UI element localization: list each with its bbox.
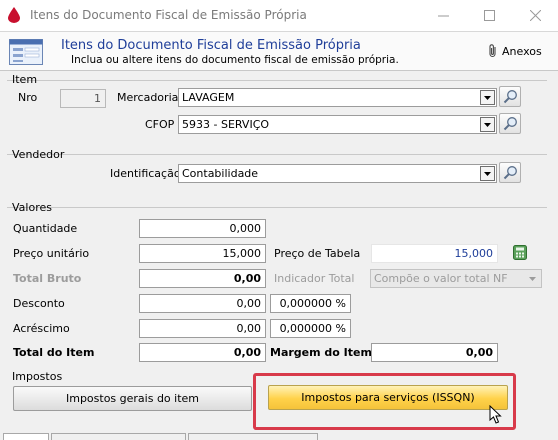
close-icon xyxy=(529,10,541,21)
quantidade-input[interactable]: 0,000 xyxy=(139,219,266,238)
preco-tabela-label: Preço de Tabela xyxy=(274,247,361,260)
item-section-divider xyxy=(7,80,547,81)
identificacao-value: Contabilidade xyxy=(182,167,259,180)
nro-label: Nro xyxy=(18,91,38,104)
impostos-servicos-label: Impostos para serviços (ISSQN) xyxy=(301,391,475,404)
valores-section-title: Valores xyxy=(12,201,52,214)
identificacao-label: Identificação xyxy=(110,167,181,180)
acrescimo-input[interactable]: 0,00 xyxy=(139,319,266,338)
calculator-icon xyxy=(513,245,527,260)
mercadoria-label: Mercadoria xyxy=(117,91,179,104)
mercadoria-select[interactable]: LAVAGEM xyxy=(178,88,497,107)
title-bar: Itens do Documento Fiscal de Emissão Pró… xyxy=(0,0,558,31)
preco-unitario-input[interactable]: 15,000 xyxy=(139,244,266,263)
acrescimo-percent-input[interactable]: 0,000000 % xyxy=(270,319,351,338)
acrescimo-label: Acréscimo xyxy=(13,322,70,335)
cfop-select[interactable]: 5933 - SERVIÇO xyxy=(178,115,497,134)
identificacao-search-button[interactable] xyxy=(499,162,521,183)
form-icon xyxy=(9,39,43,65)
search-icon xyxy=(503,117,517,131)
close-button[interactable] xyxy=(512,0,558,31)
margem-item-field: 0,00 xyxy=(371,343,498,362)
chevron-down-icon xyxy=(529,276,536,281)
indicador-total-label: Indicador Total xyxy=(274,272,355,285)
search-icon xyxy=(503,166,517,180)
indicador-total-dropdown xyxy=(525,271,540,286)
desconto-label: Desconto xyxy=(13,297,65,310)
impostos-gerais-label: Impostos gerais do item xyxy=(65,392,200,405)
margem-item-label: Margem do Item xyxy=(270,346,372,359)
identificacao-select[interactable]: Contabilidade xyxy=(178,164,497,183)
cfop-dropdown[interactable] xyxy=(480,117,495,132)
calculator-button[interactable] xyxy=(513,245,527,260)
search-icon xyxy=(503,90,517,104)
nro-field: 1 xyxy=(60,89,106,108)
mercadoria-value: LAVAGEM xyxy=(182,91,235,104)
mercadoria-search-button[interactable] xyxy=(499,86,521,107)
minimize-button[interactable] xyxy=(420,0,466,31)
chevron-down-icon xyxy=(484,122,491,127)
valores-section-divider xyxy=(7,207,547,208)
desconto-input[interactable]: 0,00 xyxy=(139,294,266,313)
indicador-total-select: Compõe o valor total NF xyxy=(370,269,542,288)
paperclip-icon xyxy=(489,44,496,58)
identificacao-dropdown[interactable] xyxy=(480,166,495,181)
total-item-field: 0,00 xyxy=(139,343,266,362)
vendedor-section-title: Vendedor xyxy=(12,148,65,161)
tab-3[interactable] xyxy=(188,433,318,440)
preco-unitario-label: Preço unitário xyxy=(13,247,90,260)
vendedor-section-divider xyxy=(7,154,547,155)
mouse-cursor-icon xyxy=(489,405,502,424)
chevron-down-icon xyxy=(484,171,491,176)
cfop-value: 5933 - SERVIÇO xyxy=(182,118,270,131)
app-drop-icon xyxy=(8,7,20,23)
mercadoria-dropdown[interactable] xyxy=(480,90,495,105)
total-bruto-field: 0,00 xyxy=(139,269,266,288)
maximize-icon xyxy=(483,10,495,21)
quantidade-label: Quantidade xyxy=(13,222,78,235)
tab-2[interactable] xyxy=(51,433,186,440)
total-item-label: Total do Item xyxy=(13,346,95,359)
desconto-percent-input[interactable]: 0,000000 % xyxy=(270,294,351,313)
preco-tabela-field: 15,000 xyxy=(371,244,498,263)
impostos-servicos-button[interactable]: Impostos para serviços (ISSQN) xyxy=(268,385,508,410)
cfop-search-button[interactable] xyxy=(499,113,521,134)
total-bruto-label: Total Bruto xyxy=(13,272,82,285)
page-title: Itens do Documento Fiscal de Emissão Pró… xyxy=(61,38,361,53)
page-subtitle: Inclua ou altere itens do documento fisc… xyxy=(71,54,399,66)
minimize-icon xyxy=(437,15,449,17)
chevron-down-icon xyxy=(484,95,491,100)
attachments-button[interactable]: Anexos xyxy=(488,44,542,58)
item-section-title: Item xyxy=(12,73,38,86)
window-title: Itens do Documento Fiscal de Emissão Pró… xyxy=(30,8,307,22)
cfop-label: CFOP xyxy=(145,118,175,131)
attachments-label: Anexos xyxy=(502,44,542,58)
impostos-section-title: Impostos xyxy=(12,370,63,383)
indicador-total-value: Compõe o valor total NF xyxy=(374,272,508,285)
tab-1[interactable] xyxy=(3,433,49,440)
maximize-button[interactable] xyxy=(466,0,512,31)
form-header: Itens do Documento Fiscal de Emissão Pró… xyxy=(0,31,558,71)
impostos-gerais-button[interactable]: Impostos gerais do item xyxy=(13,386,252,411)
